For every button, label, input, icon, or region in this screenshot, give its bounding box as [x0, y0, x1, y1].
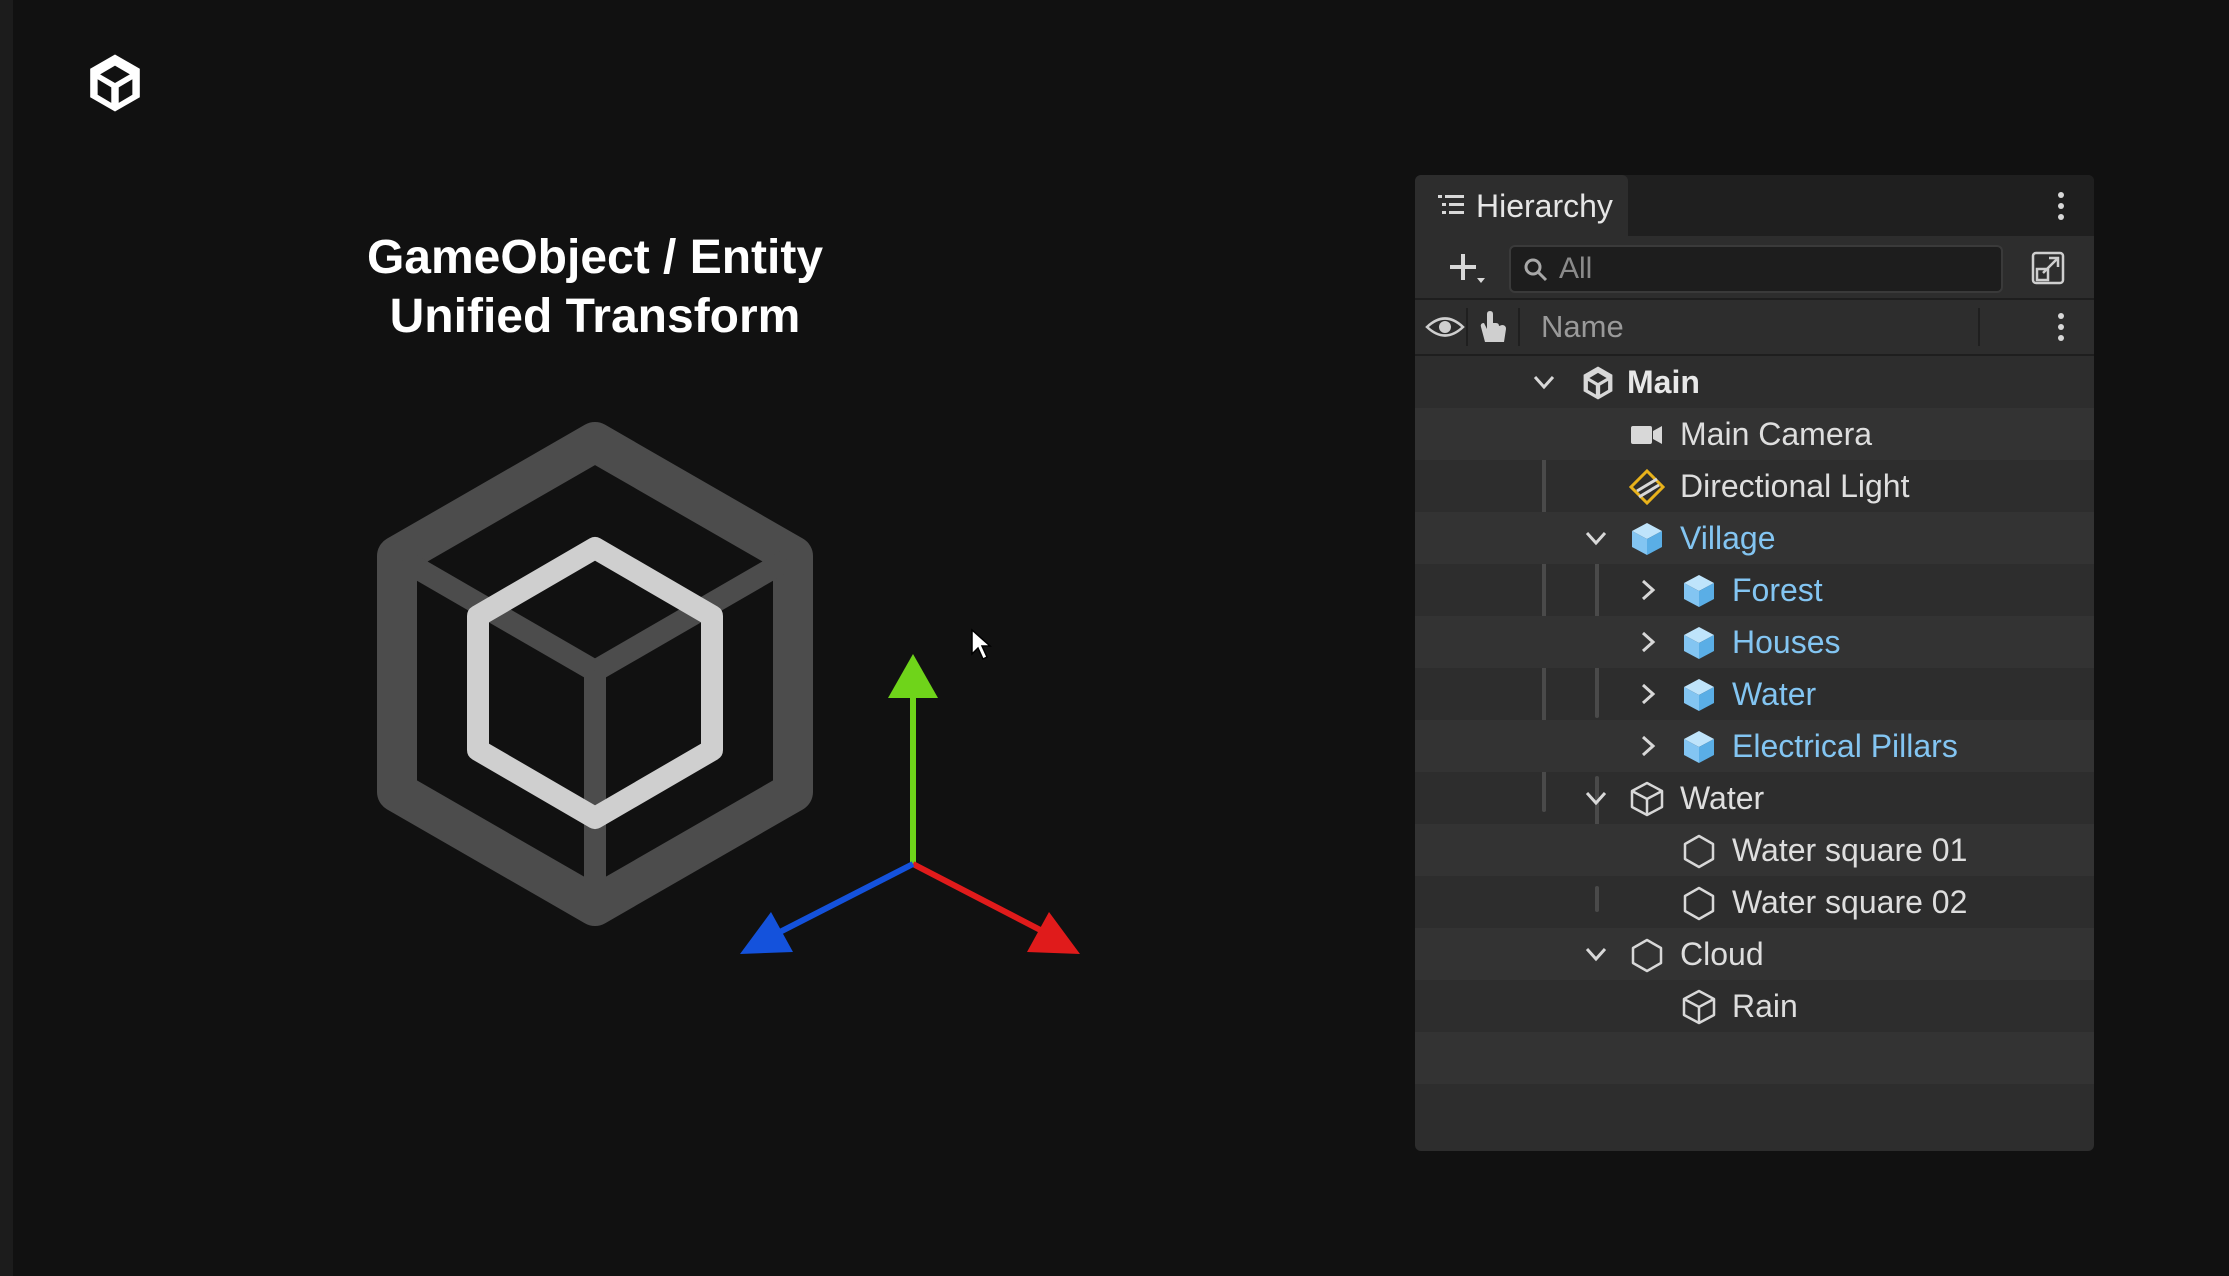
chevron-down-icon[interactable] [1583, 942, 1609, 966]
prefab-cube-icon [1684, 679, 1714, 711]
search-field[interactable] [1509, 245, 2003, 293]
add-object-button[interactable] [1447, 250, 1487, 286]
prefab-cube-icon [1684, 627, 1714, 659]
hierarchy-panel: Hierarchy All Name Main Main Camera Dire… [1415, 175, 2094, 1151]
tree-row-label: Main Camera [1680, 416, 1873, 452]
search-icon [1524, 258, 1548, 282]
prefab-cube-icon [1684, 575, 1714, 607]
x-axis-line [911, 861, 1052, 938]
unity-logo-icon [90, 54, 140, 112]
prefab-cube-icon [1632, 523, 1662, 555]
tree-row-label: Directional Light [1680, 468, 1910, 504]
chevron-right-icon[interactable] [1635, 630, 1661, 654]
hierarchy-toolbar [1415, 236, 2094, 300]
tree-row-label: Village [1680, 520, 1776, 556]
name-column-header[interactable]: Name [1541, 308, 1624, 346]
panel-tab-bar: Hierarchy [1415, 175, 2094, 236]
tree-row-label: Cloud [1680, 936, 1764, 972]
tree-row-main-camera[interactable]: Main Camera [1415, 408, 2094, 460]
directional-light-icon [1629, 469, 1665, 505]
tree-row-water-gameobject[interactable]: Water [1415, 772, 2094, 824]
transform-gizmo [740, 654, 1080, 954]
tree-row-label: Water [1732, 676, 1817, 712]
tree-row-water-square-01[interactable]: Water square 01 [1415, 824, 2094, 876]
tree-row-directional-light[interactable]: Directional Light [1415, 460, 2094, 512]
tab-hierarchy-label: Hierarchy [1476, 188, 1613, 224]
hierarchy-tree: Main Main Camera Directional Light Villa… [1415, 356, 2094, 1136]
title-line-1: GameObject / Entity [366, 231, 824, 284]
gameobject-cube-icon [1682, 989, 1716, 1025]
search-input[interactable] [1559, 251, 1979, 287]
panel-more-options-icon[interactable] [2054, 189, 2068, 223]
column-header: Name [1415, 300, 2094, 356]
tree-row-label: Rain [1732, 988, 1798, 1024]
unity-scene-icon [1583, 366, 1613, 400]
mouse-cursor-icon [971, 628, 992, 661]
empty-row [1415, 1084, 2094, 1136]
chevron-right-icon[interactable] [1635, 578, 1661, 602]
camera-icon [1631, 426, 1662, 444]
tree-row-label: Water square 02 [1732, 884, 1968, 920]
tree-row-label: Houses [1732, 624, 1841, 660]
chevron-down-icon[interactable] [1583, 526, 1609, 550]
tab-hierarchy[interactable]: Hierarchy [1415, 175, 1628, 236]
tree-row-main[interactable]: Main [1415, 356, 2094, 408]
chevron-down-icon[interactable] [1583, 786, 1609, 810]
tree-row-houses[interactable]: Houses [1415, 616, 2094, 668]
entity-hexagon-icon [1631, 938, 1663, 973]
page-title: GameObject / Entity Unified Transform [300, 228, 890, 346]
x-axis-arrow [1027, 912, 1080, 954]
title-line-2: Unified Transform [389, 290, 801, 343]
tree-row-forest[interactable]: Forest [1415, 564, 2094, 616]
tree-row-label: Main [1627, 364, 1700, 400]
z-axis-line [772, 861, 915, 938]
chevron-down-icon[interactable] [1531, 370, 1557, 394]
header-divider [1518, 308, 1520, 346]
column-options-icon[interactable] [2054, 310, 2068, 344]
tree-row-rain[interactable]: Rain [1415, 980, 2094, 1032]
pickability-hand-icon[interactable] [1476, 309, 1510, 345]
visibility-eye-icon[interactable] [1425, 312, 1465, 342]
entity-hexagon-icon [1683, 834, 1715, 869]
tree-row-village[interactable]: Village [1415, 512, 2094, 564]
tree-row-label: Forest [1732, 572, 1823, 608]
chevron-right-icon[interactable] [1635, 734, 1661, 758]
header-divider [1978, 308, 1980, 346]
left-edge-strip [0, 0, 13, 1276]
prefab-cube-icon [1684, 731, 1714, 763]
z-axis-arrow [740, 912, 793, 954]
y-axis-arrow [888, 654, 938, 698]
tree-row-label: Electrical Pillars [1732, 728, 1958, 764]
tree-row-water-prefab[interactable]: Water [1415, 668, 2094, 720]
empty-row [1415, 1032, 2094, 1084]
scene-visibility-toggle-icon[interactable] [2030, 250, 2066, 286]
header-divider [1466, 308, 1468, 346]
tree-row-label: Water [1680, 780, 1765, 816]
tree-row-cloud[interactable]: Cloud [1415, 928, 2094, 980]
chevron-right-icon[interactable] [1635, 682, 1661, 706]
gameobject-cube-icon [1630, 781, 1664, 817]
tree-row-water-square-02[interactable]: Water square 02 [1415, 876, 2094, 928]
tree-row-label: Water square 01 [1732, 832, 1968, 868]
tree-row-electrical-pillars[interactable]: Electrical Pillars [1415, 720, 2094, 772]
hierarchy-list-icon [1438, 195, 1464, 214]
entity-hexagon-icon [1683, 886, 1715, 921]
